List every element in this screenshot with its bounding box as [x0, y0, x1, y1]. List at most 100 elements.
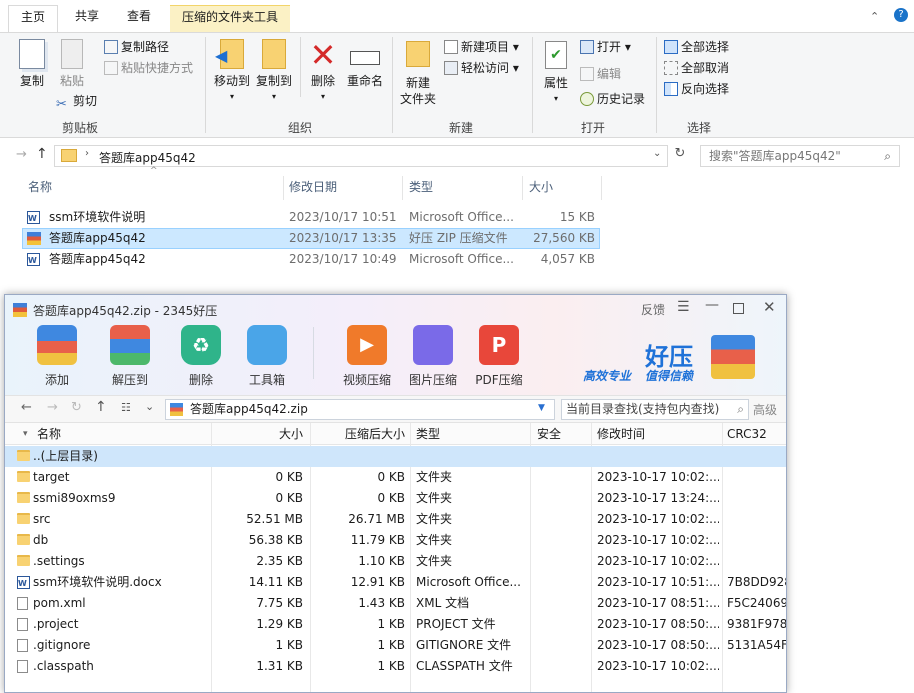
path-dropdown-icon[interactable]: ▼ [538, 403, 545, 413]
column-header-size[interactable]: 大小 [529, 172, 553, 202]
zip-path-input[interactable]: 答题库app45q42.zip ▼ [165, 399, 555, 420]
file-row-selected[interactable]: 答题库app45q42 2023/10/17 13:35 好压 ZIP 压缩文件… [22, 228, 600, 249]
chevron-down-icon[interactable]: ⌄ [145, 400, 154, 413]
menu-icon[interactable]: ☰ [677, 299, 690, 315]
file-size: 15 KB [559, 210, 595, 224]
zip-cell-size: 14.11 KB [248, 575, 303, 589]
up-arrow-icon[interactable]: ↑ [95, 399, 107, 415]
history-button[interactable]: 历史记录 [580, 89, 645, 109]
zip-row[interactable]: target 0 KB 0 KB 文件夹 2023-10-17 10:02:... [5, 467, 786, 488]
zip-cell-packed: 1.10 KB [358, 554, 405, 568]
column-divider[interactable] [522, 176, 523, 200]
address-input[interactable]: › 答题库app45q42 ⌄ [54, 145, 668, 167]
zip-row[interactable]: ssmi89oxms9 0 KB 0 KB 文件夹 2023-10-17 13:24:.… [5, 488, 786, 509]
zip-row[interactable]: .project 1.29 KB 1 KB PROJECT 文件 2023-10-17 … [5, 614, 786, 635]
image-compress-button[interactable]: 图片压缩 [401, 325, 465, 388]
column-divider[interactable] [601, 176, 602, 200]
extract-icon [110, 325, 150, 365]
forward-arrow-icon[interactable]: → [16, 147, 27, 162]
view-mode-icon[interactable]: ☷ [121, 401, 131, 414]
zip-row[interactable]: .classpath 1.31 KB 1 KB CLASSPATH 文件 2023-10… [5, 656, 786, 677]
tab-view[interactable]: 查看 [114, 5, 164, 32]
new-item-button[interactable]: 新建项目 ▾ [444, 37, 519, 57]
organize-group-label: 组织 [287, 121, 312, 135]
maximize-icon[interactable] [733, 303, 744, 314]
zip-col-size[interactable]: 大小 [215, 423, 303, 445]
chevron-up-icon[interactable]: ⌃ [870, 10, 879, 23]
zip-cell-name: db [33, 533, 49, 547]
invert-selection-button[interactable]: 反向选择 [664, 79, 729, 99]
zip-col-packed[interactable]: 压缩后大小 [313, 423, 405, 445]
chevron-down-icon[interactable]: ⌄ [653, 148, 661, 159]
file-row[interactable]: 答题库app45q42 2023/10/17 10:49 Microsoft O… [22, 249, 600, 270]
zip-delete-button[interactable]: ♻ 删除 [169, 325, 233, 388]
zip-col-name[interactable]: 名称 [37, 423, 61, 445]
copy-to-button[interactable]: 复制到 ▾ [254, 39, 294, 105]
tab-share[interactable]: 共享 [62, 5, 112, 32]
file-name: 答题库app45q42 [49, 252, 146, 266]
refresh-icon[interactable]: ↻ [670, 146, 690, 166]
easy-access-button[interactable]: 轻松访问 ▾ [444, 58, 519, 78]
pdf-compress-button[interactable]: P PDF压缩 [467, 325, 531, 388]
zip-cell-size: 56.38 KB [248, 533, 303, 547]
up-arrow-icon[interactable]: ↑ [36, 146, 48, 162]
rename-button[interactable]: 重命名 [344, 39, 386, 89]
address-bar-row: → ↑ › 答题库app45q42 ⌄ ↻ 搜索"答题库app45q42" ⌕ [0, 140, 914, 172]
extract-to-button[interactable]: 解压到 [98, 325, 162, 388]
zip-col-type[interactable]: 类型 [416, 423, 440, 445]
zip-row[interactable]: .gitignore 1 KB 1 KB GITIGNORE 文件 2023-10-17… [5, 635, 786, 656]
clipboard-group-label: 剪贴板 [61, 121, 98, 135]
zip-row[interactable]: ssm环境软件说明.docx 14.11 KB 12.91 KB Microsoft … [5, 572, 786, 593]
zip-search-input[interactable]: 当前目录查找(支持包内查找) ⌕ [561, 399, 749, 420]
paste-button[interactable]: 粘贴 [52, 39, 92, 89]
clipboard-icon [61, 39, 83, 69]
add-button[interactable]: 添加 [25, 325, 89, 388]
minimize-icon[interactable]: — [705, 297, 719, 313]
zip-row[interactable]: .settings 2.35 KB 1.10 KB 文件夹 2023-10-17 10:… [5, 551, 786, 572]
word-doc-icon [27, 253, 40, 266]
open-button[interactable]: 打开 ▾ [580, 37, 631, 57]
properties-button[interactable]: ✔ 属性 ▾ [538, 39, 574, 107]
tab-home[interactable]: 主页 [8, 5, 58, 32]
column-header-date[interactable]: 修改日期 [289, 172, 337, 202]
zip-row-parent-dir[interactable]: ..(上层目录) [5, 446, 786, 467]
column-header-type[interactable]: 类型 [409, 172, 433, 202]
close-icon[interactable]: ✕ [763, 298, 776, 316]
file-row[interactable]: ssm环境软件说明 2023/10/17 10:51 Microsoft Off… [22, 207, 600, 228]
help-icon[interactable]: ? [894, 8, 908, 22]
file-date: 2023/10/17 13:35 [289, 231, 397, 245]
zip-row[interactable]: db 56.38 KB 11.79 KB 文件夹 2023-10-17 10:02:..… [5, 530, 786, 551]
toolbox-button[interactable]: 工具箱 [235, 325, 299, 388]
zip-col-security[interactable]: 安全 [537, 423, 561, 445]
feedback-link[interactable]: 反馈 [641, 301, 665, 318]
zip-row[interactable]: src 52.51 MB 26.71 MB 文件夹 2023-10-17 10:02:.… [5, 509, 786, 530]
refresh-icon[interactable]: ↻ [71, 400, 82, 415]
zip-col-mtime[interactable]: 修改时间 [597, 423, 645, 445]
zip-cell-size: 2.35 KB [256, 554, 303, 568]
paste-shortcut-button[interactable]: 粘贴快捷方式 [104, 58, 193, 78]
copy-button[interactable]: 复制 [12, 39, 52, 89]
delete-button[interactable]: ✕ 删除 ▾ [304, 39, 342, 105]
new-folder-button[interactable]: 新建 文件夹 [398, 39, 438, 107]
zip-cell-name: ssmi89oxms9 [33, 491, 116, 505]
column-divider[interactable] [402, 176, 403, 200]
zip-col-crc[interactable]: CRC32 [727, 423, 767, 445]
file-date: 2023/10/17 10:51 [289, 210, 397, 224]
search-input[interactable]: 搜索"答题库app45q42" ⌕ [700, 145, 900, 167]
move-to-button[interactable]: ◀ 移动到 ▾ [212, 39, 252, 105]
select-none-button[interactable]: 全部取消 [664, 58, 729, 78]
pdf-compress-icon: P [479, 325, 519, 365]
video-compress-button[interactable]: ▶ 视频压缩 [335, 325, 399, 388]
zip-row[interactable]: pom.xml 7.75 KB 1.43 KB XML 文档 2023-10-17 08… [5, 593, 786, 614]
column-header-name[interactable]: 名称 [28, 172, 52, 202]
advanced-search-link[interactable]: 高级 [753, 401, 777, 418]
cut-button[interactable]: ✂ 剪切 [56, 91, 97, 112]
select-all-button[interactable]: 全部选择 [664, 37, 729, 57]
forward-arrow-icon[interactable]: → [47, 400, 58, 415]
tab-compressed-folder-tools[interactable]: 压缩的文件夹工具 [170, 5, 290, 32]
copy-path-button[interactable]: 复制路径 [104, 37, 169, 57]
edit-button[interactable]: 编辑 [580, 64, 621, 84]
column-divider[interactable] [283, 176, 284, 200]
zip-cell-size: 1 KB [275, 638, 303, 652]
back-arrow-icon[interactable]: ← [21, 400, 32, 415]
